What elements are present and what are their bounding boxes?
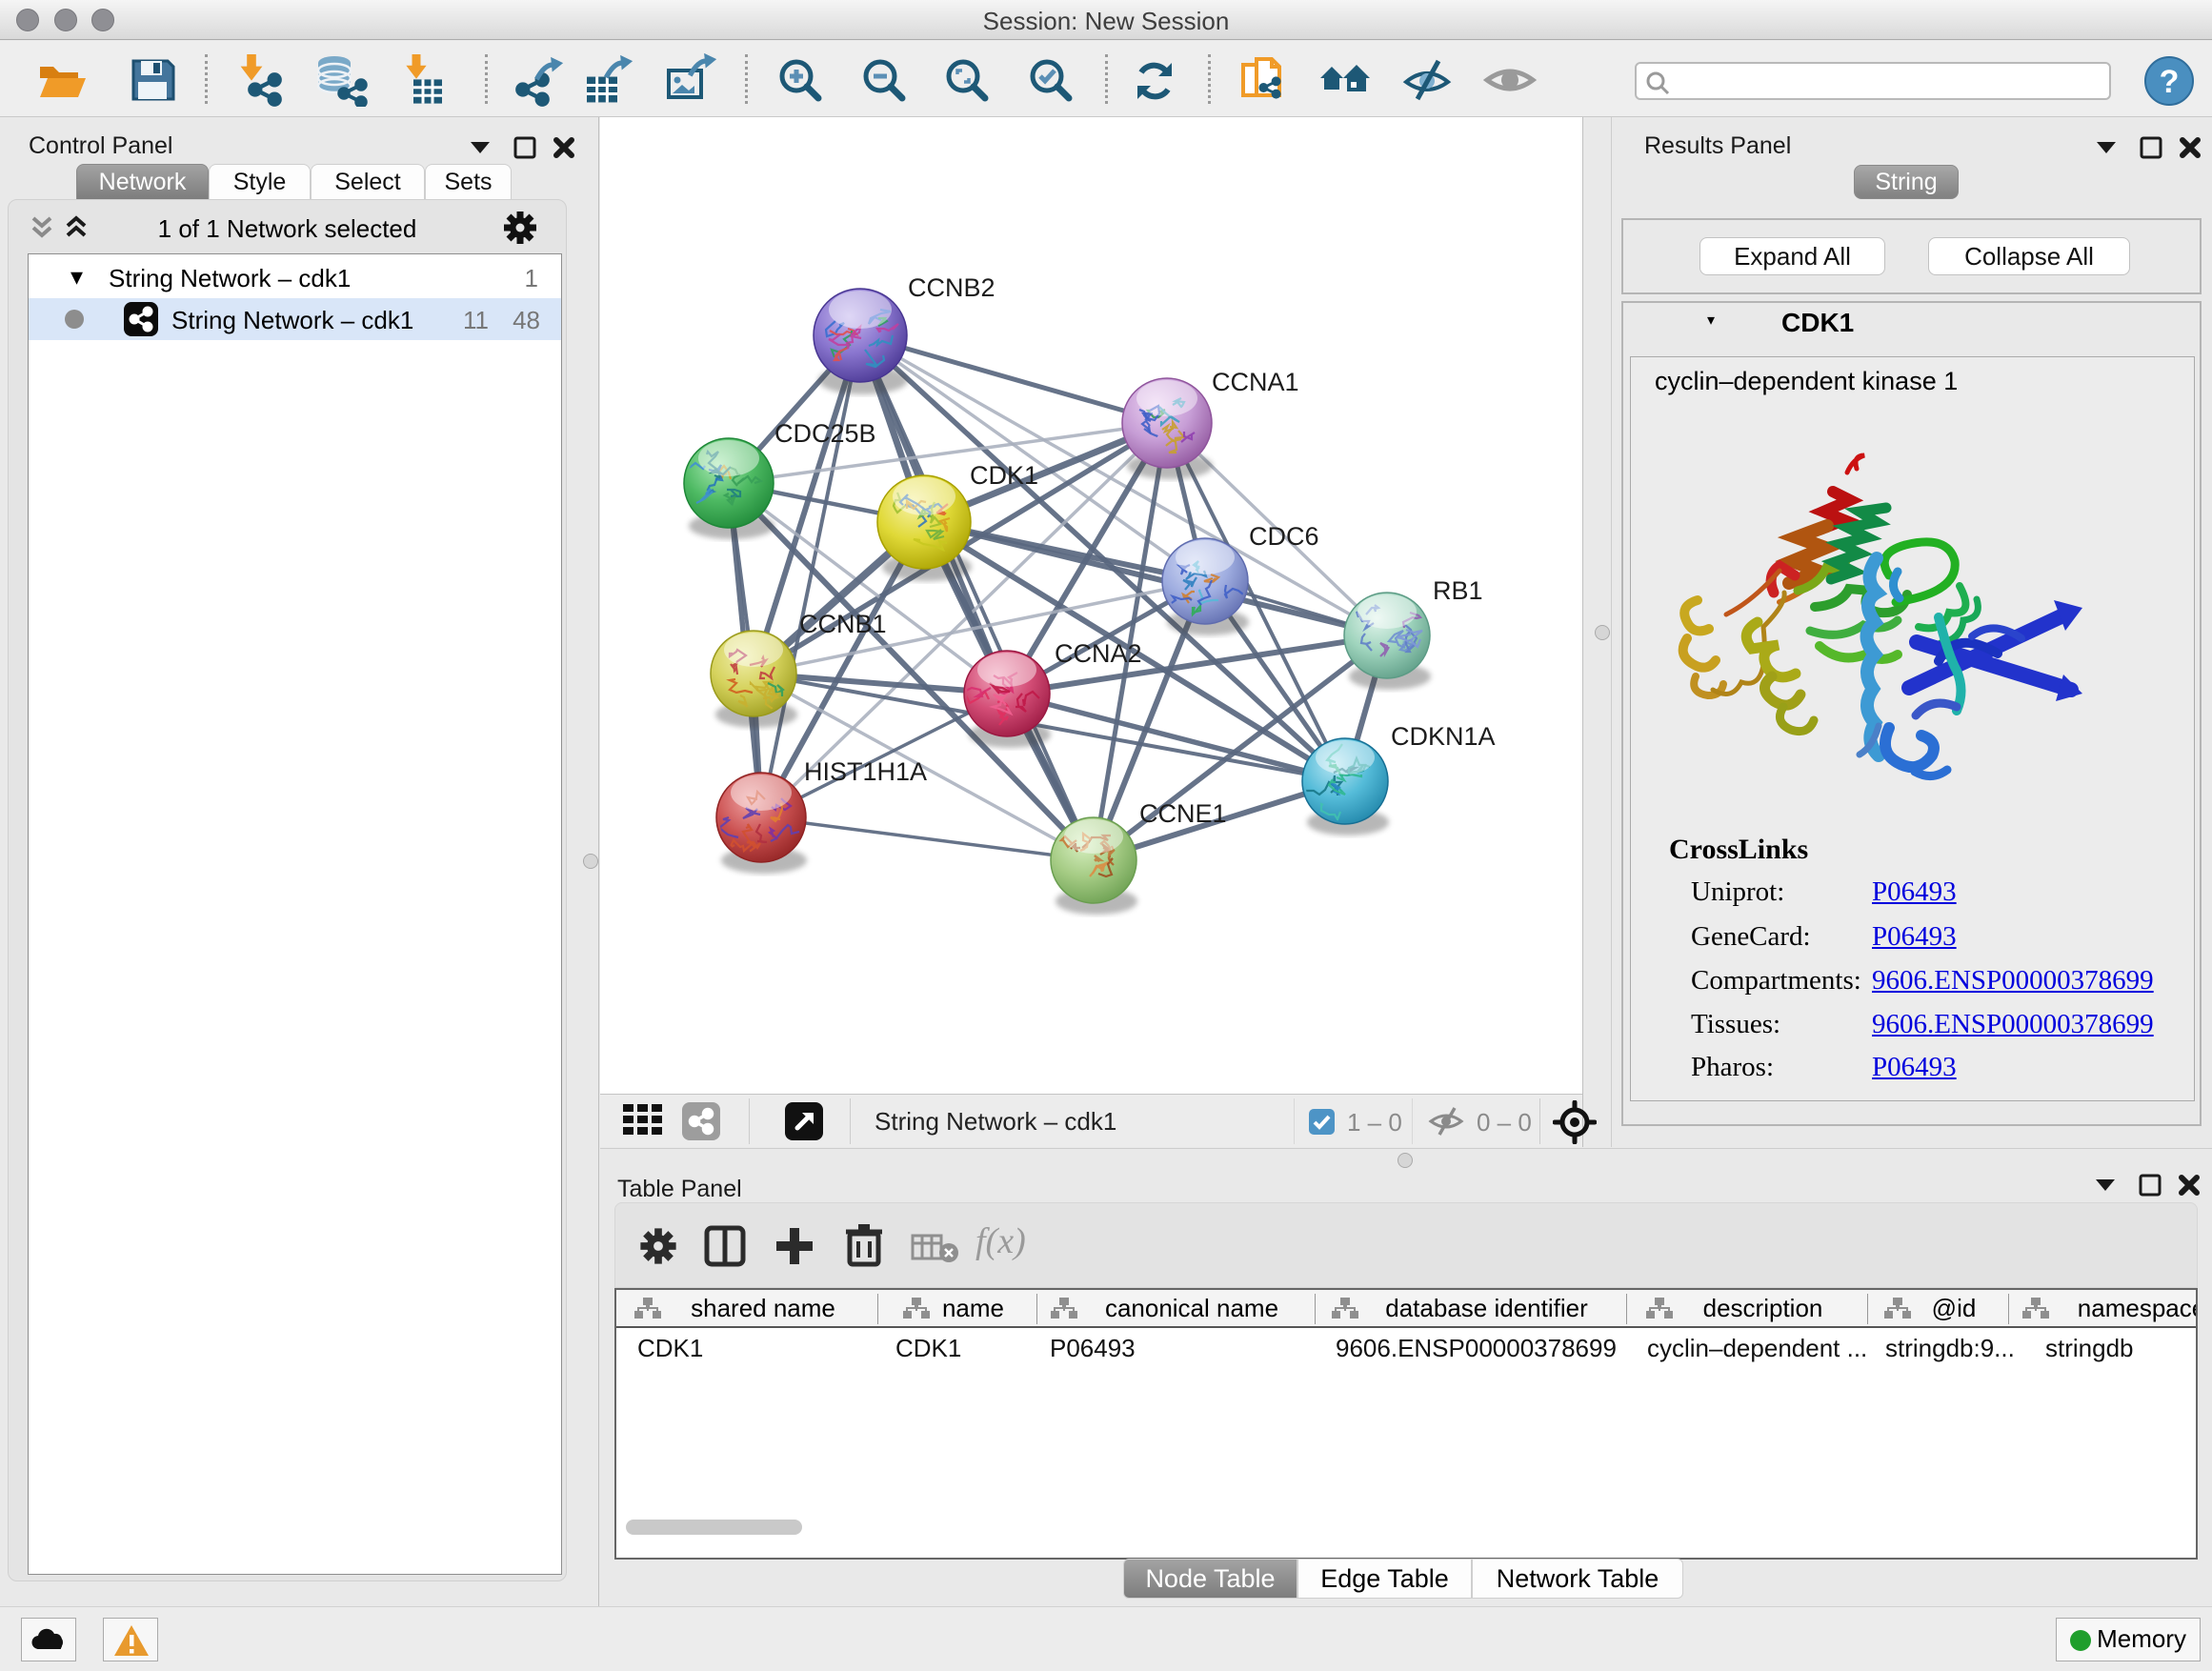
svg-text:CCNB1: CCNB1 bbox=[799, 610, 887, 638]
svg-text:CDC6: CDC6 bbox=[1249, 522, 1319, 551]
svg-text:CCNA2: CCNA2 bbox=[1055, 639, 1142, 668]
svg-text:CCNE1: CCNE1 bbox=[1139, 799, 1227, 828]
svg-text:CCNB2: CCNB2 bbox=[908, 273, 995, 302]
svg-text:CDC25B: CDC25B bbox=[774, 419, 876, 448]
svg-text:RB1: RB1 bbox=[1433, 576, 1483, 605]
svg-text:CDK1: CDK1 bbox=[970, 461, 1038, 490]
svg-text:CCNA1: CCNA1 bbox=[1212, 368, 1299, 396]
svg-text:HIST1H1A: HIST1H1A bbox=[804, 757, 927, 786]
svg-text:CDKN1A: CDKN1A bbox=[1391, 722, 1496, 751]
